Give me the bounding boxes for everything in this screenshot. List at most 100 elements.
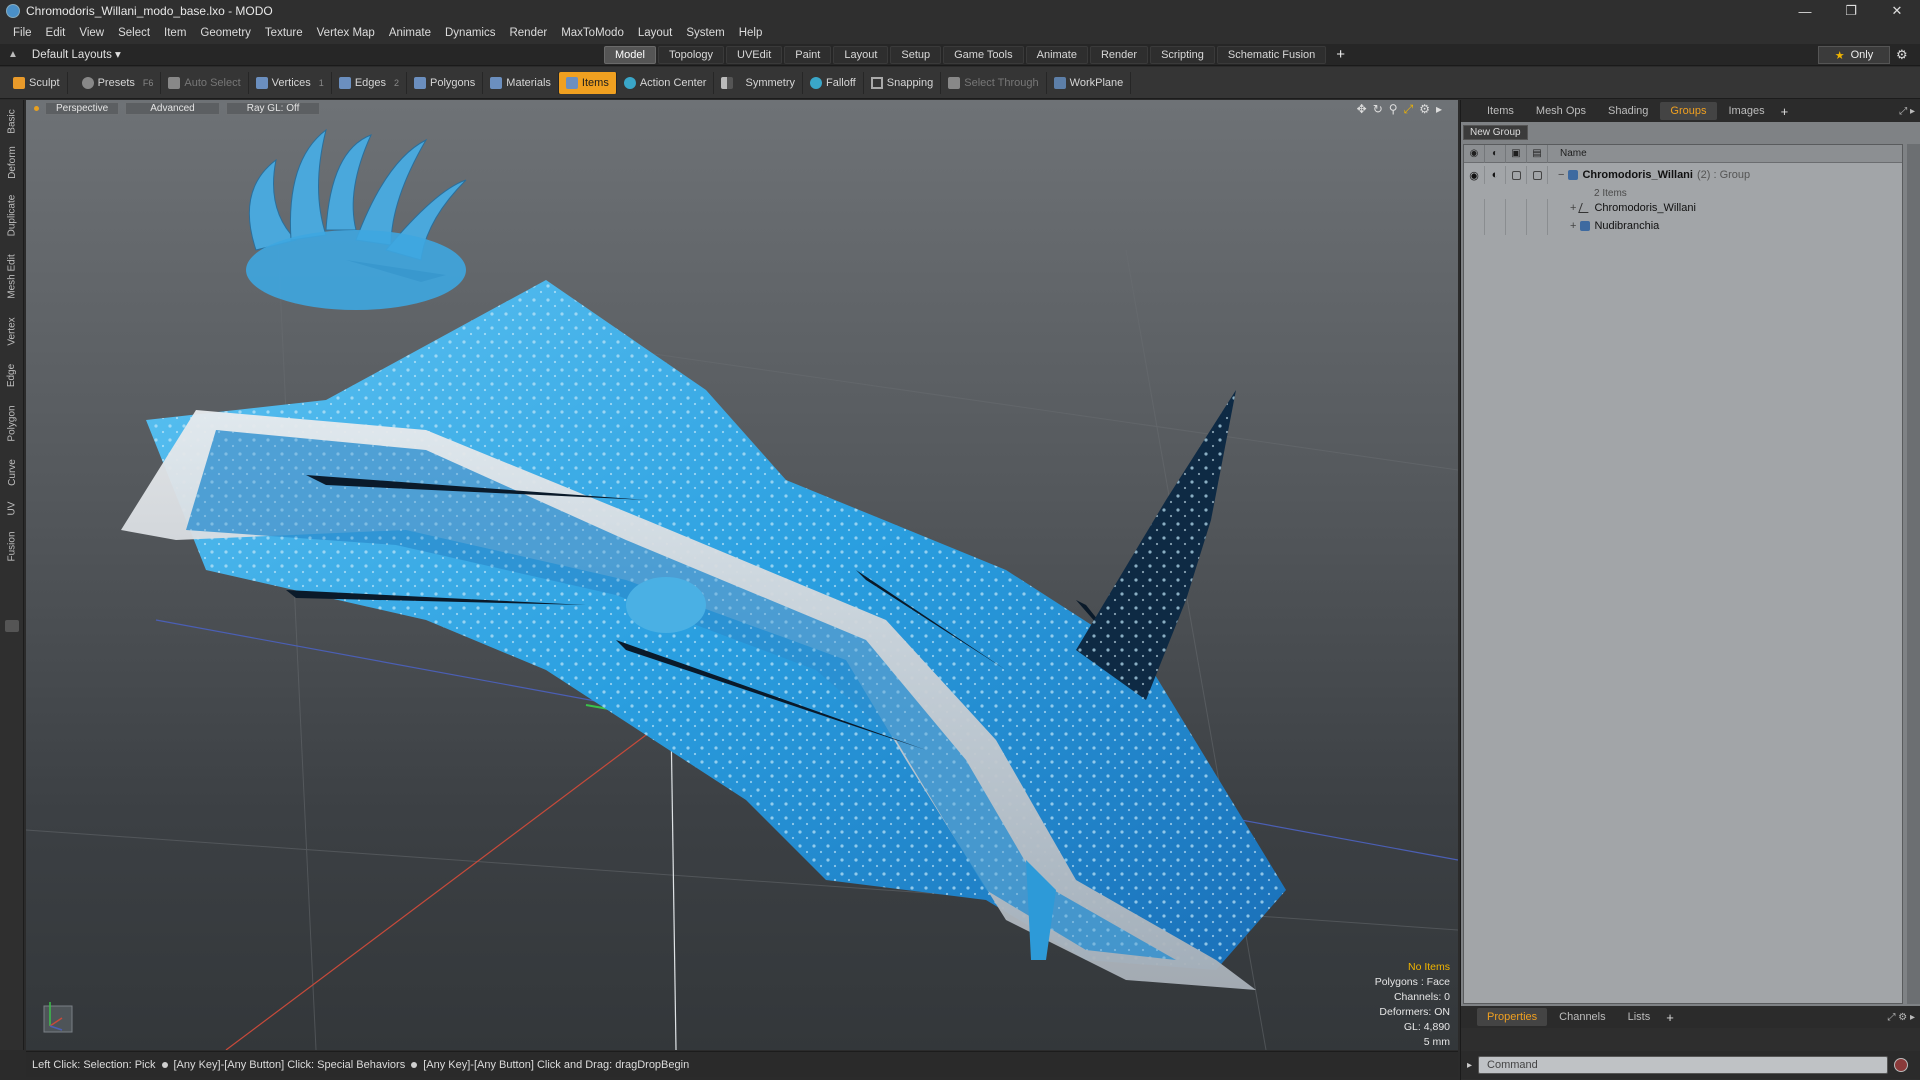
vertices-button[interactable]: Vertices 1 xyxy=(249,71,332,94)
materials-button[interactable]: Materials xyxy=(483,71,559,94)
tab-game-tools[interactable]: Game Tools xyxy=(943,46,1024,64)
layout-dropdown[interactable]: Default Layouts ▾ xyxy=(32,47,121,61)
shading-dropdown[interactable]: Advanced xyxy=(125,101,220,115)
left-tab-edge[interactable]: Edge xyxy=(2,356,22,394)
fit-icon[interactable]: ⤢ xyxy=(1404,102,1414,117)
render-column-icon[interactable]: ◐ xyxy=(1485,144,1506,163)
group-row[interactable]: ◉ ◐ − Chromodoris_Willani (2) : Group xyxy=(1464,163,1902,187)
select-through-button[interactable]: Select Through xyxy=(941,71,1047,94)
menu-edit[interactable]: Edit xyxy=(39,27,73,39)
falloff-button[interactable]: Falloff xyxy=(803,71,864,94)
symmetry-button[interactable]: Symmetry xyxy=(714,71,803,94)
add-tab-icon[interactable]: + xyxy=(1336,46,1345,64)
raygl-dropdown[interactable]: Ray GL: Off xyxy=(225,101,321,115)
menu-layout[interactable]: Layout xyxy=(631,27,680,39)
left-tab-curve[interactable]: Curve xyxy=(2,452,22,492)
close-icon[interactable]: ✕ xyxy=(1874,0,1920,22)
tab-groups[interactable]: Groups xyxy=(1660,102,1717,120)
viewport-gear-icon[interactable]: ⚙ xyxy=(1419,102,1430,117)
visibility-column-icon[interactable]: ◉ xyxy=(1464,144,1485,163)
add-panel-tab-icon[interactable]: + xyxy=(1781,104,1789,119)
menu-item[interactable]: Item xyxy=(157,27,193,39)
tab-channels[interactable]: Channels xyxy=(1549,1008,1615,1026)
tab-uvedit[interactable]: UVEdit xyxy=(726,46,783,64)
tab-schematic-fusion[interactable]: Schematic Fusion xyxy=(1216,46,1327,64)
zoom-icon[interactable]: ⚲ xyxy=(1389,102,1398,117)
snapping-button[interactable]: Snapping xyxy=(864,71,942,94)
child-expand-icon[interactable]: + xyxy=(1570,220,1576,232)
menu-view[interactable]: View xyxy=(72,27,111,39)
name-column-header[interactable]: Name xyxy=(1548,148,1587,159)
minimize-icon[interactable]: — xyxy=(1782,0,1828,22)
tab-model[interactable]: Model xyxy=(604,46,656,64)
select-column-icon[interactable]: ▤ xyxy=(1527,144,1548,163)
restore-icon[interactable]: ❐ xyxy=(1828,0,1874,22)
items-button[interactable]: Items xyxy=(558,71,617,94)
menu-dynamics[interactable]: Dynamics xyxy=(438,27,502,39)
strip-grip-handle[interactable] xyxy=(5,620,19,632)
collapse-up-icon[interactable]: ▲ xyxy=(8,49,18,60)
groups-scrollbar[interactable] xyxy=(1907,144,1920,1004)
presets-button[interactable]: Presets F6 xyxy=(68,71,162,94)
left-tab-uv[interactable]: UV xyxy=(2,494,22,522)
tab-animate[interactable]: Animate xyxy=(1025,46,1088,64)
action-center-button[interactable]: Action Center xyxy=(617,71,715,94)
tab-shading[interactable]: Shading xyxy=(1598,102,1658,120)
tab-setup[interactable]: Setup xyxy=(890,46,942,64)
left-tab-polygon[interactable]: Polygon xyxy=(2,396,22,450)
menu-system[interactable]: System xyxy=(679,27,731,39)
menu-help[interactable]: Help xyxy=(732,27,770,39)
menu-vertex-map[interactable]: Vertex Map xyxy=(310,27,382,39)
sculpt-button[interactable]: Sculpt xyxy=(6,71,68,94)
select-toggle[interactable] xyxy=(1527,166,1548,184)
lock-column-icon[interactable]: ▣ xyxy=(1506,144,1527,163)
tab-images[interactable]: Images xyxy=(1719,102,1775,120)
left-tab-basic[interactable]: Basic xyxy=(2,104,22,138)
viewport-options-icon[interactable] xyxy=(34,105,39,111)
tab-properties[interactable]: Properties xyxy=(1477,1008,1548,1026)
workplane-button[interactable]: WorkPlane xyxy=(1047,71,1132,94)
menu-animate[interactable]: Animate xyxy=(382,27,438,39)
bottom-panel-expand-icon[interactable]: ⤢ ⚙ ▸ xyxy=(1887,1012,1915,1023)
tab-scripting[interactable]: Scripting xyxy=(1150,46,1215,64)
panel-expand-icon[interactable]: ⤢ ▸ xyxy=(1899,106,1915,117)
child-expand-icon[interactable]: + xyxy=(1570,202,1576,214)
group-child-row[interactable]: + Nudibranchia xyxy=(1464,217,1902,235)
tab-lists[interactable]: Lists xyxy=(1618,1008,1661,1026)
viewport-menu-arrow-icon[interactable]: ▸ xyxy=(1436,102,1442,117)
tab-paint[interactable]: Paint xyxy=(784,46,832,64)
tab-render[interactable]: Render xyxy=(1089,46,1149,64)
pan-icon[interactable]: ✥ xyxy=(1357,102,1367,117)
command-history-icon[interactable]: ▸ xyxy=(1467,1060,1472,1071)
tab-mesh-ops[interactable]: Mesh Ops xyxy=(1526,102,1596,120)
left-tab-mesh-edit[interactable]: Mesh Edit xyxy=(2,246,22,306)
only-toggle[interactable]: ★ Only xyxy=(1818,46,1890,64)
tab-items[interactable]: Items xyxy=(1477,102,1524,120)
command-input[interactable]: Command xyxy=(1478,1056,1889,1074)
left-tab-duplicate[interactable]: Duplicate xyxy=(2,186,22,244)
left-tab-vertex[interactable]: Vertex xyxy=(2,308,22,354)
rotate-icon[interactable]: ↻ xyxy=(1373,102,1383,117)
visibility-eye-icon[interactable]: ◉ xyxy=(1464,166,1485,184)
record-macro-icon[interactable] xyxy=(1894,1058,1909,1072)
menu-render[interactable]: Render xyxy=(502,27,554,39)
tab-layout[interactable]: Layout xyxy=(833,46,889,64)
gear-icon[interactable]: ⚙ xyxy=(1896,47,1908,63)
new-group-button[interactable]: New Group xyxy=(1463,125,1528,140)
add-bottom-tab-icon[interactable]: + xyxy=(1666,1010,1674,1025)
polygons-button[interactable]: Polygons xyxy=(407,71,484,94)
menu-geometry[interactable]: Geometry xyxy=(193,27,258,39)
perspective-dropdown[interactable]: Perspective xyxy=(45,101,120,115)
auto-select-button[interactable]: Auto Select xyxy=(161,71,249,94)
render-toggle-icon[interactable]: ◐ xyxy=(1485,166,1506,184)
left-tab-fusion[interactable]: Fusion xyxy=(2,524,22,568)
group-child-row[interactable]: + Chromodoris_Willani xyxy=(1464,199,1902,217)
menu-texture[interactable]: Texture xyxy=(258,27,310,39)
lock-toggle[interactable] xyxy=(1506,166,1527,184)
edges-button[interactable]: Edges 2 xyxy=(332,71,408,94)
expand-arrow-icon[interactable]: − xyxy=(1558,169,1564,181)
menu-file[interactable]: File xyxy=(6,27,39,39)
menu-select[interactable]: Select xyxy=(111,27,157,39)
tab-topology[interactable]: Topology xyxy=(657,46,725,64)
3d-viewport[interactable]: Perspective Advanced Ray GL: Off ✥ ↻ ⚲ ⤢… xyxy=(26,100,1458,1050)
